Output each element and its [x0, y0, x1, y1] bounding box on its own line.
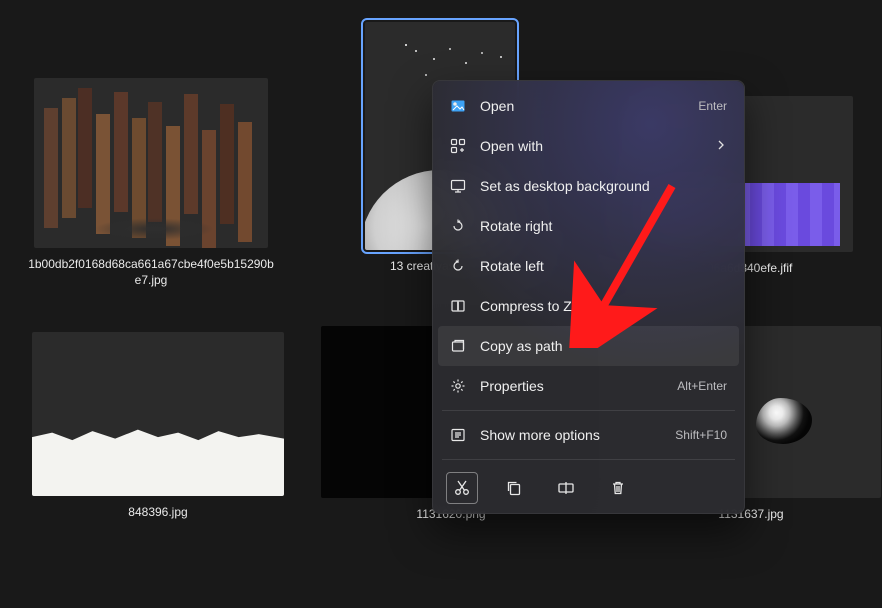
menu-label: Rotate right	[480, 218, 552, 234]
menu-compress-zip[interactable]: Compress to ZIP file	[438, 286, 739, 326]
chevron-right-icon	[715, 138, 727, 154]
menu-rotate-left[interactable]: Rotate left	[438, 246, 739, 286]
menu-open-with[interactable]: Open with	[438, 126, 739, 166]
zip-icon	[450, 298, 466, 314]
thumbnail	[32, 332, 284, 496]
menu-separator	[442, 410, 735, 411]
file-item[interactable]: 848396.jpg	[28, 332, 288, 520]
thumbnail	[34, 78, 268, 248]
rotate-left-icon	[450, 258, 466, 274]
copy-button[interactable]	[498, 472, 530, 504]
menu-label: Properties	[480, 378, 544, 394]
properties-icon	[450, 378, 466, 394]
menu-shortcut: Shift+F10	[675, 428, 727, 442]
menu-rotate-right[interactable]: Rotate right	[438, 206, 739, 246]
open-with-icon	[450, 138, 466, 154]
copy-path-icon	[450, 338, 466, 354]
menu-shortcut: Enter	[698, 99, 727, 113]
delete-icon	[609, 479, 627, 497]
menu-set-desktop-background[interactable]: Set as desktop background	[438, 166, 739, 206]
menu-show-more-options[interactable]: Show more options Shift+F10	[438, 415, 739, 455]
menu-label: Copy as path	[480, 338, 563, 354]
rotate-right-icon	[450, 218, 466, 234]
menu-label: Set as desktop background	[480, 178, 650, 194]
delete-button[interactable]	[602, 472, 634, 504]
context-menu: Open Enter Open with Set as desktop back…	[432, 80, 745, 514]
cut-icon	[453, 479, 471, 497]
rename-button[interactable]	[550, 472, 582, 504]
file-name: 1b00db2f0168d68ca661a67cbe4f0e5b15290be7…	[28, 256, 274, 288]
picture-icon	[450, 98, 466, 114]
context-menu-action-bar	[438, 464, 739, 508]
menu-label: Rotate left	[480, 258, 544, 274]
menu-label: Compress to ZIP file	[480, 298, 607, 314]
menu-label: Show more options	[480, 427, 600, 443]
menu-label: Open with	[480, 138, 543, 154]
menu-separator	[442, 459, 735, 460]
more-options-icon	[450, 427, 466, 443]
file-item[interactable]: 1b00db2f0168d68ca661a67cbe4f0e5b15290be7…	[28, 78, 274, 288]
menu-open[interactable]: Open Enter	[438, 86, 739, 126]
file-name: 848396.jpg	[28, 504, 288, 520]
menu-label: Open	[480, 98, 514, 114]
rename-icon	[557, 479, 575, 497]
menu-properties[interactable]: Properties Alt+Enter	[438, 366, 739, 406]
copy-icon	[505, 479, 523, 497]
menu-copy-as-path[interactable]: Copy as path	[438, 326, 739, 366]
menu-shortcut: Alt+Enter	[677, 379, 727, 393]
cut-button[interactable]	[446, 472, 478, 504]
desktop-icon	[450, 178, 466, 194]
